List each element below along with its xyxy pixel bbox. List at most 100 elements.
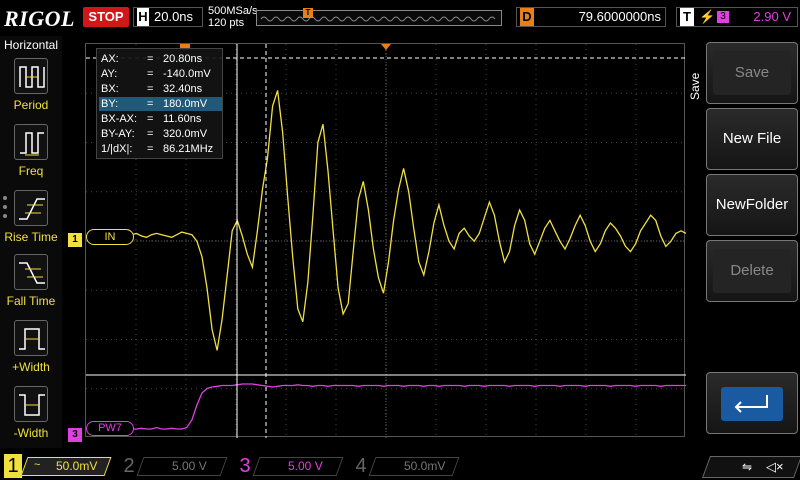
neg-width-icon [14,386,48,422]
cursor-key: BY-AY: [101,127,135,141]
ch2-status[interactable]: 2 5.00 V [120,454,230,478]
ch4-scale: 50.0mV [404,459,445,473]
top-status-bar: RIGOL STOP H 20.0ns 500MSa/s 120 pts T D… [0,0,800,36]
trigger-label: T [680,8,694,26]
brand-logo: RIGOL [4,6,75,32]
acquisition-info: 500MSa/s 120 pts [208,5,258,29]
ch3-number: 3 [236,454,254,478]
cursor-equals: = [147,67,153,81]
delay-readout[interactable]: D 79.6000000ns [516,7,666,27]
cursor-value: 320.0mV [163,127,207,141]
ch1-number: 1 [4,454,22,478]
ch1-scale: 50.0mV [56,459,97,473]
cursor-key: AX: [101,52,119,66]
memory-waveform-preview [257,11,501,25]
cursor-equals: = [147,52,153,66]
cursor-equals: = [147,82,153,96]
ch3-label: PW7 [86,421,134,436]
timebase-value: 20.0ns [154,8,193,26]
cursor-key: BX: [101,82,119,96]
delete-button[interactable]: Delete [706,240,798,302]
measure-panel: Horizontal Period Freq Rise Time Fall Ti… [0,36,62,448]
cursor-value: 11.60ns [163,112,201,126]
softkey-menu: Save Save New File NewFolder Delete [686,36,800,448]
cursor-equals: = [147,127,153,141]
new-file-button[interactable]: New File [706,108,798,170]
ch2-number: 2 [120,454,138,478]
delay-value: 79.6000000ns [579,8,661,26]
cursor-row: AX: = 20.80ns [99,52,222,66]
cursor-value: 180.0mV [163,97,207,111]
new-folder-button[interactable]: NewFolder [706,174,798,236]
measure-period-label: Period [0,98,62,112]
rising-edge-icon: ⚡ [699,8,715,26]
cursor-value: 32.40ns [163,82,202,96]
cursor-key: BX-AX: [101,112,137,126]
trigger-source: 3 [717,11,729,23]
cursor-equals: = [147,112,153,126]
measure-period[interactable]: Period [0,58,62,120]
memory-position-bar[interactable] [256,10,502,26]
cursor-key: BY: [101,97,118,111]
save-button[interactable]: Save [706,42,798,104]
ch3-status[interactable]: 3 5.00 V [236,454,346,478]
trigger-level: 2.90 V [753,8,791,26]
cursor-row: 1/|dX|: = 86.21MHz [99,142,222,156]
speaker-muted-icon[interactable]: ◁× [766,459,784,475]
freq-icon [14,124,48,160]
measure-rise-time[interactable]: Rise Time [0,190,62,252]
cursor-row: BY-AY: = 320.0mV [99,127,222,141]
save-button-label: Save [713,51,791,95]
cursor-readout-table: AX: = 20.80ns AY: = -140.0mV BX: = 32.40ns BY: = 18… [96,48,223,159]
cursor-equals: = [147,97,153,111]
ch3-scale: 5.00 V [288,459,323,473]
measure-neg-width[interactable]: -Width [0,386,62,448]
ch3-offset-marker[interactable]: 3 [68,428,82,442]
cursor-row: AY: = -140.0mV [99,67,222,81]
measure-freq-label: Freq [0,164,62,178]
measure-pos-width-label: +Width [0,360,62,374]
cursor-value: 20.80ns [163,52,202,66]
pos-width-icon [14,320,48,356]
ch1-offset-marker[interactable]: 1 [68,233,82,247]
measure-panel-title: Horizontal [0,38,62,52]
ch1-label: IN [86,229,134,245]
enter-icon [721,387,783,421]
channel-status-bar: 1 ~ 50.0mV 2 5.00 V 3 5.00 V 4 50.0mV ⇋ … [0,452,800,480]
cursor-value: -140.0mV [163,67,211,81]
measure-neg-width-label: -Width [0,426,62,440]
cursor-equals: = [147,142,153,156]
timebase-readout[interactable]: H 20.0ns [133,7,203,27]
ch1-status[interactable]: 1 ~ 50.0mV [4,454,114,478]
new-folder-button-label: NewFolder [713,183,791,227]
measure-pos-width[interactable]: +Width [0,320,62,382]
menu-title: Save [688,66,704,106]
trigger-position-marker[interactable]: T [303,8,313,18]
cursor-value: 86.21MHz [163,142,213,156]
fall-time-icon [14,254,48,290]
delay-label: D [520,8,534,26]
cursor-row: BX-AX: = 11.60ns [99,112,222,126]
measure-fall-time[interactable]: Fall Time [0,254,62,316]
sample-rate: 500MSa/s [208,5,258,17]
enter-button[interactable] [706,372,798,434]
cursor-key: 1/|dX|: [101,142,132,156]
trigger-delay-marker [381,44,391,50]
timebase-label: H [137,8,149,26]
usb-icon: ⇋ [742,460,752,474]
new-file-button-label: New File [713,117,791,161]
measure-fall-time-label: Fall Time [0,294,62,308]
run-stop-indicator[interactable]: STOP [83,7,129,27]
cursor-row: BX: = 32.40ns [99,82,222,96]
period-icon [14,58,48,94]
cursor-key: AY: [101,67,117,81]
trigger-readout[interactable]: T ⚡ 3 2.90 V [676,7,798,27]
rise-time-icon [14,190,48,226]
measure-freq[interactable]: Freq [0,124,62,186]
ch4-status[interactable]: 4 50.0mV [352,454,462,478]
ch2-scale: 5.00 V [172,459,207,473]
ac-coupling-icon: ~ [34,459,40,471]
measure-rise-time-label: Rise Time [0,230,62,244]
ch4-number: 4 [352,454,370,478]
cursor-row: BY: = 180.0mV [99,97,222,111]
